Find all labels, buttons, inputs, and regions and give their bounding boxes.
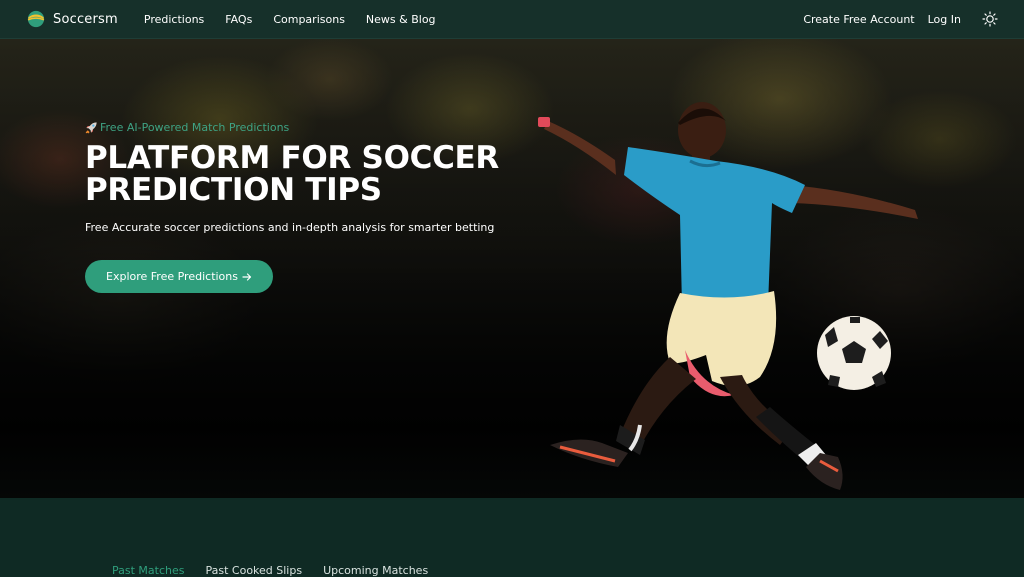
login-link[interactable]: Log In	[928, 13, 961, 26]
hero-content: Free AI-Powered Match Predictions PLATFO…	[85, 121, 505, 293]
hero-title-line-1: PLATFORM FOR SOCCER	[85, 140, 499, 176]
brand-name: Soccersm	[53, 11, 118, 27]
create-account-link[interactable]: Create Free Account	[803, 13, 914, 26]
nav-actions: Create Free Account Log In	[803, 11, 998, 27]
nav-link-predictions[interactable]: Predictions	[144, 13, 204, 26]
hero-section: Free AI-Powered Match Predictions PLATFO…	[0, 39, 1024, 498]
nav-link-comparisons[interactable]: Comparisons	[273, 13, 345, 26]
soccersm-logo-icon	[27, 10, 45, 28]
tab-upcoming-matches[interactable]: Upcoming Matches	[323, 564, 428, 577]
nav-link-news-blog[interactable]: News & Blog	[366, 13, 436, 26]
arrow-right-icon	[242, 272, 252, 281]
matches-section: Past Matches Past Cooked Slips Upcoming …	[0, 498, 1024, 577]
tab-past-cooked-slips[interactable]: Past Cooked Slips	[205, 564, 302, 577]
cta-label: Explore Free Predictions	[106, 270, 238, 283]
nav-link-faqs[interactable]: FAQs	[225, 13, 252, 26]
hero-title: PLATFORM FOR SOCCER PREDICTION TIPS	[85, 142, 505, 206]
hero-badge-text: Free AI-Powered Match Predictions	[100, 121, 290, 134]
matches-tabs: Past Matches Past Cooked Slips Upcoming …	[112, 564, 428, 577]
brand-logo-link[interactable]: Soccersm	[27, 10, 118, 28]
top-navbar: Soccersm Predictions FAQs Comparisons Ne…	[0, 0, 1024, 39]
rocket-icon	[85, 122, 97, 134]
soccer-player-image	[538, 102, 918, 490]
hero-badge: Free AI-Powered Match Predictions	[85, 121, 505, 134]
explore-predictions-button[interactable]: Explore Free Predictions	[85, 260, 273, 293]
hero-subtitle: Free Accurate soccer predictions and in-…	[85, 221, 495, 234]
tab-past-matches[interactable]: Past Matches	[112, 564, 184, 577]
hero-title-line-2: PREDICTION TIPS	[85, 172, 382, 208]
sun-icon[interactable]	[982, 11, 998, 27]
soccer-ball	[817, 316, 891, 390]
main-nav: Predictions FAQs Comparisons News & Blog	[144, 13, 436, 26]
